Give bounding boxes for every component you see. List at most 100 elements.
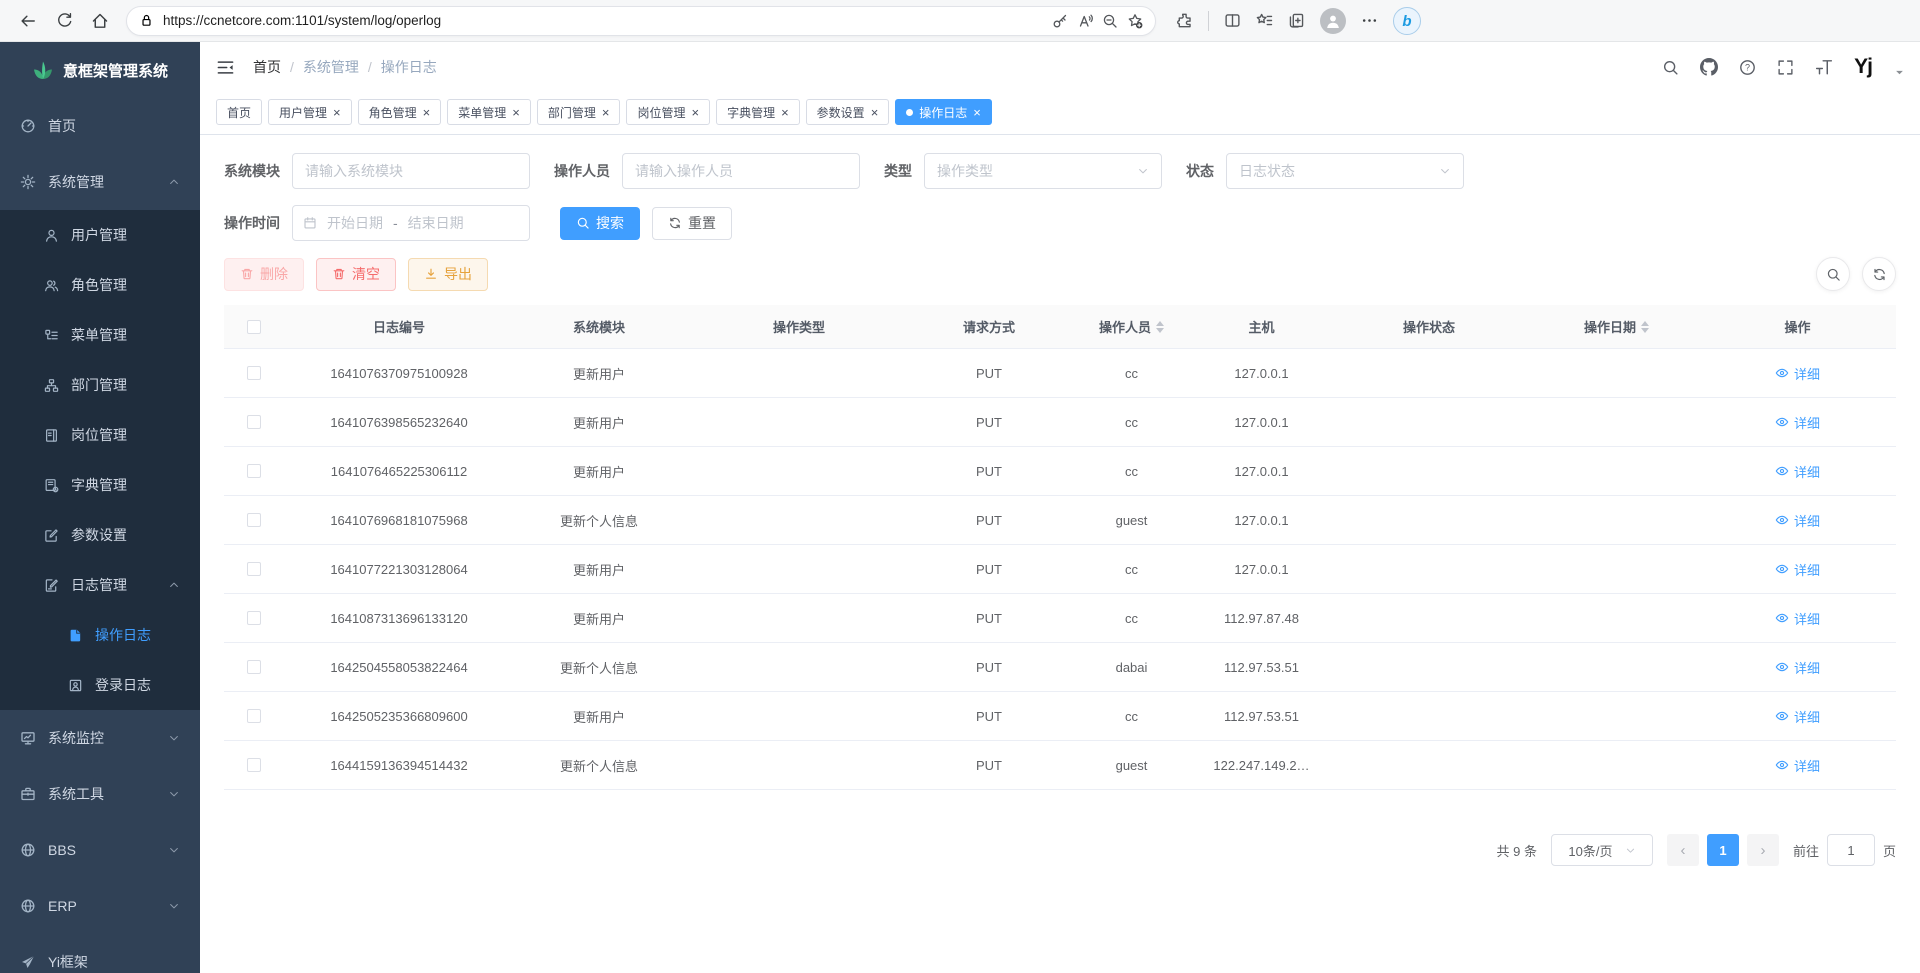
status-filter-select[interactable]: 日志状态 <box>1226 153 1464 189</box>
yj-brand-logo[interactable]: Yj <box>1854 55 1872 79</box>
sidebar-group-tools[interactable]: 系统工具 <box>0 766 200 822</box>
help-icon[interactable]: ? <box>1739 59 1756 76</box>
row-checkbox[interactable] <box>247 415 261 429</box>
clear-button[interactable]: 清空 <box>316 258 396 291</box>
detail-link[interactable]: 详细 <box>1775 658 1820 677</box>
sidebar-group-system[interactable]: 系统管理 <box>0 154 200 210</box>
sort-desc-icon[interactable] <box>1641 328 1649 333</box>
detail-link[interactable]: 详细 <box>1775 756 1820 775</box>
tab-dept-mgmt[interactable]: 部门管理× <box>537 99 621 125</box>
tab-close-icon[interactable]: × <box>871 106 879 119</box>
zoom-out-icon[interactable] <box>1102 13 1118 29</box>
collapse-sidebar-button[interactable] <box>216 58 235 77</box>
sidebar-item-operation-log[interactable]: 操作日志 <box>0 610 200 660</box>
password-key-icon[interactable] <box>1052 13 1068 29</box>
sort-asc-icon[interactable] <box>1156 321 1164 326</box>
favorites-bar-icon[interactable] <box>1256 12 1273 29</box>
row-checkbox[interactable] <box>247 464 261 478</box>
row-checkbox[interactable] <box>247 758 261 772</box>
sidebar-item-roles[interactable]: 角色管理 <box>0 260 200 310</box>
extensions-puzzle-icon[interactable] <box>1176 12 1193 29</box>
address-bar[interactable]: https://ccnetcore.com:1101/system/log/op… <box>126 6 1156 36</box>
split-screen-icon[interactable] <box>1224 12 1241 29</box>
module-filter-input[interactable] <box>292 153 530 189</box>
date-range-picker[interactable]: 开始日期 - 结束日期 <box>292 205 530 241</box>
add-favorite-icon[interactable] <box>1127 13 1143 29</box>
tab-close-icon[interactable]: × <box>602 106 610 119</box>
browser-menu-icon[interactable] <box>1361 12 1378 29</box>
row-checkbox[interactable] <box>247 562 261 576</box>
header-search-icon[interactable] <box>1662 59 1679 76</box>
row-checkbox[interactable] <box>247 611 261 625</box>
row-checkbox[interactable] <box>247 513 261 527</box>
sidebar-group-monitor[interactable]: 系统监控 <box>0 710 200 766</box>
sidebar-item-yi-framework[interactable]: Yi框架 <box>0 934 200 973</box>
breadcrumb-home[interactable]: 首页 <box>253 57 281 77</box>
export-button[interactable]: 导出 <box>408 258 488 291</box>
breadcrumb-system[interactable]: 系统管理 <box>303 57 359 77</box>
browser-refresh-button[interactable] <box>48 5 80 37</box>
detail-link[interactable]: 详细 <box>1775 511 1820 530</box>
reset-button[interactable]: 重置 <box>652 207 732 240</box>
tab-param-settings[interactable]: 参数设置× <box>806 99 890 125</box>
type-filter-select[interactable]: 操作类型 <box>924 153 1162 189</box>
caret-down-icon[interactable] <box>1895 68 1904 77</box>
url-text[interactable]: https://ccnetcore.com:1101/system/log/op… <box>163 13 1043 28</box>
tab-dict-mgmt[interactable]: 字典管理× <box>716 99 800 125</box>
tab-close-icon[interactable]: × <box>512 106 520 119</box>
sidebar-item-home[interactable]: 首页 <box>0 98 200 154</box>
row-checkbox[interactable] <box>247 366 261 380</box>
detail-link[interactable]: 详细 <box>1775 707 1820 726</box>
detail-link[interactable]: 详细 <box>1775 462 1820 481</box>
next-page-button[interactable]: › <box>1747 834 1779 866</box>
sidebar-group-logs[interactable]: 日志管理 <box>0 560 200 610</box>
profile-avatar[interactable] <box>1320 8 1346 34</box>
prev-page-button[interactable]: ‹ <box>1667 834 1699 866</box>
select-all-checkbox[interactable] <box>247 320 261 334</box>
sidebar-item-parameters[interactable]: 参数设置 <box>0 510 200 560</box>
tab-close-icon[interactable]: × <box>973 106 981 119</box>
tab-user-mgmt[interactable]: 用户管理× <box>268 99 352 125</box>
tab-menu-mgmt[interactable]: 菜单管理× <box>447 99 531 125</box>
tab-home[interactable]: 首页 <box>216 99 262 125</box>
tab-close-icon[interactable]: × <box>423 106 431 119</box>
detail-link[interactable]: 详细 <box>1775 560 1820 579</box>
goto-page-input[interactable] <box>1827 834 1875 866</box>
delete-button[interactable]: 删除 <box>224 258 304 291</box>
page-size-select[interactable]: 10条/页 <box>1551 834 1653 866</box>
operator-filter-input[interactable] <box>622 153 860 189</box>
sidebar-item-login-log[interactable]: 登录日志 <box>0 660 200 710</box>
detail-link[interactable]: 详细 <box>1775 413 1820 432</box>
tab-post-mgmt[interactable]: 岗位管理× <box>626 99 710 125</box>
tab-close-icon[interactable]: × <box>691 106 699 119</box>
read-aloud-icon[interactable] <box>1077 13 1093 29</box>
sidebar-item-departments[interactable]: 部门管理 <box>0 360 200 410</box>
sidebar-group-bbs[interactable]: BBS <box>0 822 200 878</box>
detail-link[interactable]: 详细 <box>1775 609 1820 628</box>
font-size-icon[interactable] <box>1815 58 1833 76</box>
tab-close-icon[interactable]: × <box>781 106 789 119</box>
github-icon[interactable] <box>1700 58 1718 76</box>
tab-close-icon[interactable]: × <box>333 106 341 119</box>
sidebar-item-dictionary[interactable]: 字典管理 <box>0 460 200 510</box>
sidebar-item-posts[interactable]: 岗位管理 <box>0 410 200 460</box>
bing-copilot-icon[interactable]: b <box>1393 7 1421 35</box>
table-refresh-button[interactable] <box>1862 257 1896 291</box>
page-1-button[interactable]: 1 <box>1707 834 1739 866</box>
sidebar-group-erp[interactable]: ERP <box>0 878 200 934</box>
collections-icon[interactable] <box>1288 12 1305 29</box>
search-button[interactable]: 搜索 <box>560 207 640 240</box>
tab-role-mgmt[interactable]: 角色管理× <box>358 99 442 125</box>
sort-control[interactable] <box>1641 321 1649 333</box>
browser-back-button[interactable] <box>12 5 44 37</box>
browser-home-button[interactable] <box>84 5 116 37</box>
fullscreen-icon[interactable] <box>1777 59 1794 76</box>
sort-desc-icon[interactable] <box>1156 328 1164 333</box>
tab-operation-log[interactable]: 操作日志× <box>895 99 992 125</box>
sidebar-item-users[interactable]: 用户管理 <box>0 210 200 260</box>
sort-asc-icon[interactable] <box>1641 321 1649 326</box>
table-search-toggle-button[interactable] <box>1816 257 1850 291</box>
sort-control[interactable] <box>1156 321 1164 333</box>
row-checkbox[interactable] <box>247 660 261 674</box>
detail-link[interactable]: 详细 <box>1775 364 1820 383</box>
